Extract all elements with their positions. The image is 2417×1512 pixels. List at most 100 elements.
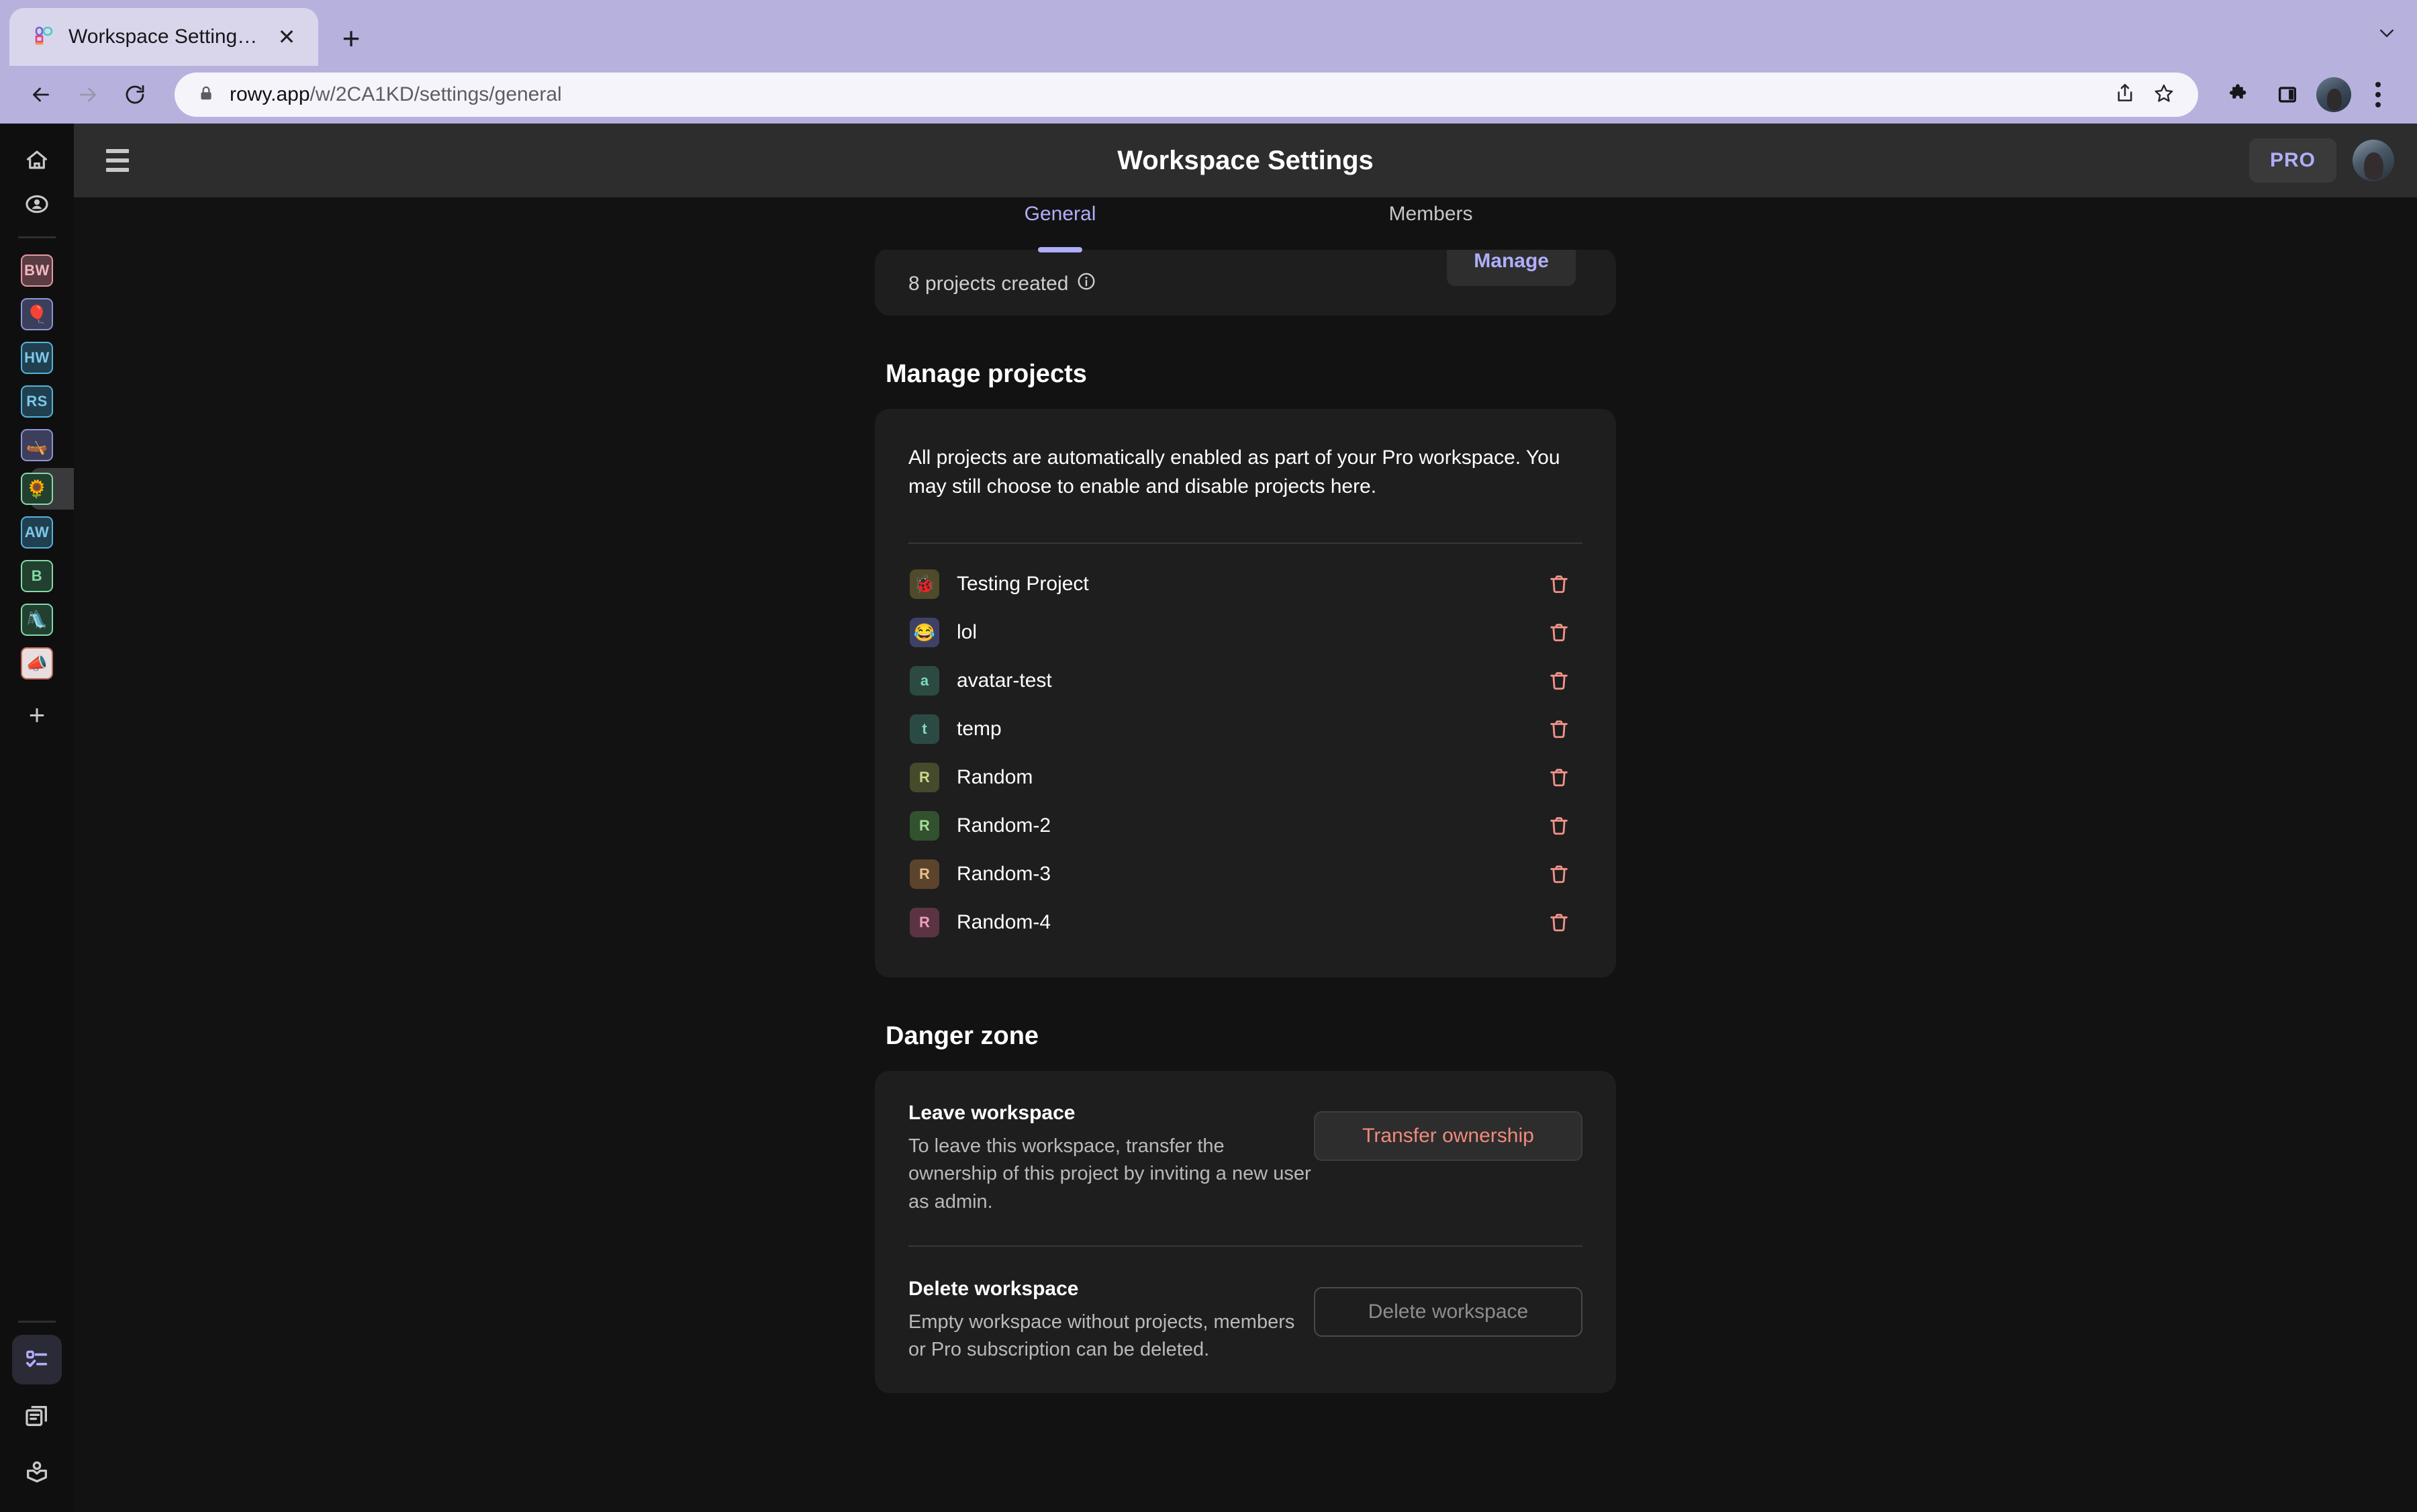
workspace-item-6[interactable]: 🌻 bbox=[21, 467, 53, 510]
profile-avatar[interactable] bbox=[2316, 77, 2351, 112]
project-row[interactable]: R Random-4 bbox=[908, 898, 1582, 947]
transfer-ownership-button[interactable]: Transfer ownership bbox=[1314, 1111, 1582, 1162]
project-avatar: 😂 bbox=[910, 618, 939, 648]
plus-icon[interactable]: + bbox=[329, 16, 373, 60]
browser-tab-title: Workspace Settings • Rowy bbox=[68, 26, 259, 48]
kebab-menu-icon[interactable] bbox=[2359, 74, 2397, 115]
close-icon[interactable]: ✕ bbox=[271, 21, 302, 52]
rail-divider bbox=[18, 1321, 56, 1323]
project-avatar-glyph: 😂 bbox=[913, 622, 936, 643]
workspace-label: 🎈 bbox=[26, 304, 48, 324]
browser-chrome: Workspace Settings • Rowy ✕ + rowy.app/w… bbox=[0, 0, 2417, 124]
leave-workspace-body: To leave this workspace, transfer the ow… bbox=[908, 1135, 1311, 1213]
danger-zone-heading: Danger zone bbox=[886, 1022, 1039, 1051]
reload-icon[interactable] bbox=[114, 74, 156, 115]
chevron-down-icon[interactable] bbox=[2357, 0, 2417, 66]
project-avatar: t bbox=[910, 714, 939, 745]
manage-projects-body: All projects are automatically enabled a… bbox=[875, 409, 1616, 978]
user-avatar[interactable] bbox=[2353, 140, 2394, 181]
workspace-item-10[interactable]: 📣 bbox=[21, 642, 53, 685]
project-row[interactable]: R Random bbox=[908, 753, 1582, 802]
rowy-logo-icon bbox=[32, 25, 56, 49]
workspace-avatar: HW bbox=[21, 342, 53, 374]
workspace-item-5[interactable]: 🛶 bbox=[21, 424, 53, 467]
pro-badge[interactable]: PRO bbox=[2249, 138, 2336, 183]
workspace-label: HW bbox=[24, 349, 50, 366]
back-arrow-icon[interactable] bbox=[20, 74, 62, 115]
workspace-label: BW bbox=[24, 262, 50, 279]
workspace-label: AW bbox=[24, 524, 50, 540]
info-icon[interactable] bbox=[1076, 271, 1096, 297]
url-domain: rowy.app bbox=[230, 83, 310, 105]
address-bar[interactable]: rowy.app/w/2CA1KD/settings/general bbox=[175, 73, 2198, 117]
plus-icon[interactable]: + bbox=[15, 694, 58, 737]
feedback-smiley-icon[interactable] bbox=[12, 1504, 62, 1512]
tab-general[interactable]: General bbox=[875, 197, 1245, 252]
workspace-label: B bbox=[31, 567, 43, 584]
forward-arrow-icon[interactable] bbox=[67, 74, 109, 115]
workspace-item-1[interactable]: BW bbox=[21, 249, 53, 292]
left-rail: BW 🎈 HW RS 🛶 🌻 AW B 🛝 📣 + bbox=[0, 124, 74, 1512]
main-column: Workspace Settings PRO General Members 8… bbox=[74, 124, 2417, 1512]
manage-projects-blurb: All projects are automatically enabled a… bbox=[908, 446, 1560, 498]
workspace-item-3[interactable]: HW bbox=[21, 336, 53, 379]
trash-icon[interactable] bbox=[1535, 802, 1582, 849]
leave-workspace-block: Leave workspace To leave this workspace,… bbox=[908, 1071, 1582, 1245]
content-area: General Members 8 projects created Manag… bbox=[74, 197, 2417, 1512]
star-icon[interactable] bbox=[2152, 82, 2175, 108]
project-row[interactable]: t temp bbox=[908, 705, 1582, 753]
hamburger-menu-icon[interactable] bbox=[97, 140, 138, 181]
trash-icon[interactable] bbox=[1535, 706, 1582, 753]
trash-icon[interactable] bbox=[1535, 561, 1582, 608]
delete-workspace-wrap: Delete workspace bbox=[1314, 1278, 1582, 1337]
workspace-avatar: 🛶 bbox=[21, 429, 53, 461]
tab-general-label: General bbox=[1024, 203, 1096, 225]
lock-icon bbox=[197, 85, 215, 105]
workspace-avatar: 🎈 bbox=[21, 298, 53, 330]
project-name: Random-3 bbox=[957, 863, 1051, 886]
docs-icon[interactable] bbox=[12, 1391, 62, 1441]
trash-icon[interactable] bbox=[1535, 657, 1582, 704]
workspace-item-4[interactable]: RS bbox=[21, 380, 53, 423]
project-row[interactable]: 🐞 Testing Project bbox=[908, 560, 1582, 608]
workspace-item-7[interactable]: AW bbox=[21, 511, 53, 554]
page-title: Workspace Settings bbox=[1117, 145, 1374, 175]
project-row[interactable]: a avatar-test bbox=[908, 657, 1582, 705]
project-name: Testing Project bbox=[957, 573, 1089, 596]
bottom-spacer bbox=[875, 1393, 1616, 1512]
project-avatar: R bbox=[910, 908, 939, 938]
trash-icon[interactable] bbox=[1535, 754, 1582, 801]
project-avatar-glyph: R bbox=[919, 914, 930, 931]
account-circle-icon[interactable] bbox=[15, 183, 58, 226]
browser-tab[interactable]: Workspace Settings • Rowy ✕ bbox=[9, 8, 318, 66]
settings-column: 8 projects created Manage Manage project… bbox=[875, 197, 1616, 1512]
tab-members[interactable]: Members bbox=[1245, 197, 1616, 250]
trash-icon[interactable] bbox=[1535, 899, 1582, 946]
delete-workspace-button[interactable]: Delete workspace bbox=[1314, 1286, 1582, 1337]
manage-button[interactable]: Manage bbox=[1447, 248, 1576, 286]
settings-tabs-inner: General Members bbox=[875, 197, 1616, 252]
project-name: temp bbox=[957, 718, 1002, 741]
workspace-item-2[interactable]: 🎈 bbox=[21, 293, 53, 336]
workspace-item-9[interactable]: 🛝 bbox=[21, 598, 53, 641]
home-icon[interactable] bbox=[15, 138, 58, 181]
project-avatar: 🐞 bbox=[910, 569, 939, 600]
project-name: Random-2 bbox=[957, 814, 1051, 837]
puzzle-icon[interactable] bbox=[2217, 74, 2259, 115]
checklist-icon[interactable] bbox=[12, 1335, 62, 1384]
learn-book-icon[interactable] bbox=[12, 1448, 62, 1497]
project-row[interactable]: 😂 lol bbox=[908, 608, 1582, 657]
project-avatar-glyph: R bbox=[919, 769, 930, 786]
workspace-label: 📣 bbox=[26, 653, 48, 673]
settings-scroll-area[interactable]: 8 projects created Manage Manage project… bbox=[74, 197, 2417, 1512]
trash-icon[interactable] bbox=[1535, 851, 1582, 898]
share-icon[interactable] bbox=[2114, 82, 2136, 108]
leave-workspace-text: Leave workspace To leave this workspace,… bbox=[908, 1102, 1311, 1216]
workspace-avatar: RS bbox=[21, 385, 53, 418]
workspace-item-8[interactable]: B bbox=[21, 555, 53, 598]
side-panel-icon[interactable] bbox=[2267, 74, 2308, 115]
project-row[interactable]: R Random-2 bbox=[908, 802, 1582, 850]
workspace-avatar: BW bbox=[21, 254, 53, 287]
trash-icon[interactable] bbox=[1535, 609, 1582, 656]
project-row[interactable]: R Random-3 bbox=[908, 850, 1582, 898]
